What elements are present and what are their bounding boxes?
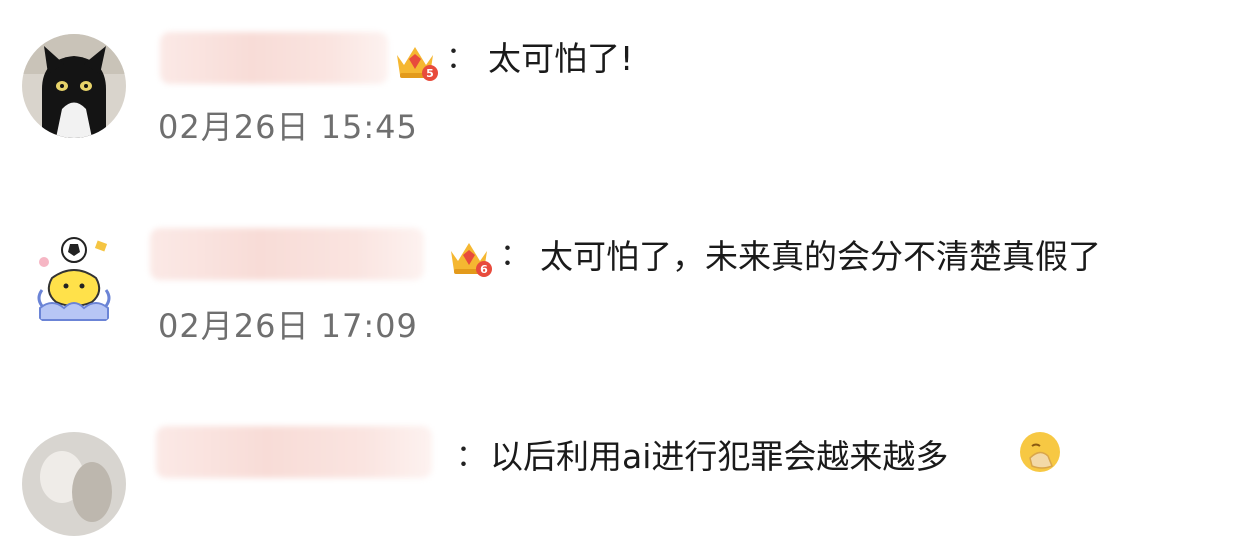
- comment-item: 6 ： 太可怕了，未来真的会分不清楚真假了 02月26日 17:09: [0, 200, 1242, 370]
- avatar[interactable]: [22, 432, 126, 536]
- facepalm-emoji-icon: [1020, 432, 1060, 472]
- separator: ：: [500, 238, 530, 273]
- avatar[interactable]: [22, 228, 126, 332]
- separator: ：: [446, 41, 476, 76]
- comment-time: 02月26日 17:09: [158, 307, 418, 345]
- comment-time: 02月26日 15:45: [158, 108, 418, 146]
- comment-text: 以后利用ai进行犯罪会越来越多: [490, 437, 949, 476]
- username-blurred[interactable]: [150, 228, 424, 280]
- badge-level: 5: [426, 67, 434, 80]
- comment-item: 5 ： 太可怕了! 02月26日 15:45: [0, 0, 1242, 160]
- black-cat-avatar-icon: [22, 34, 126, 138]
- username-blurred[interactable]: [160, 32, 388, 84]
- comment-text: 太可怕了!: [488, 39, 634, 78]
- cartoon-soccer-avatar-icon: [22, 228, 126, 332]
- photo-avatar-icon: [22, 432, 126, 536]
- avatar[interactable]: [22, 34, 126, 138]
- separator: ：: [456, 439, 486, 474]
- comment-item: ： 以后利用ai进行犯罪会越来越多: [0, 400, 1242, 536]
- crown-level-icon: 6: [451, 243, 492, 277]
- crown-level-icon: 5: [397, 47, 438, 81]
- comment-text: 太可怕了，未来真的会分不清楚真假了: [540, 237, 1101, 276]
- badge-level: 6: [480, 263, 488, 276]
- username-blurred[interactable]: [156, 426, 432, 478]
